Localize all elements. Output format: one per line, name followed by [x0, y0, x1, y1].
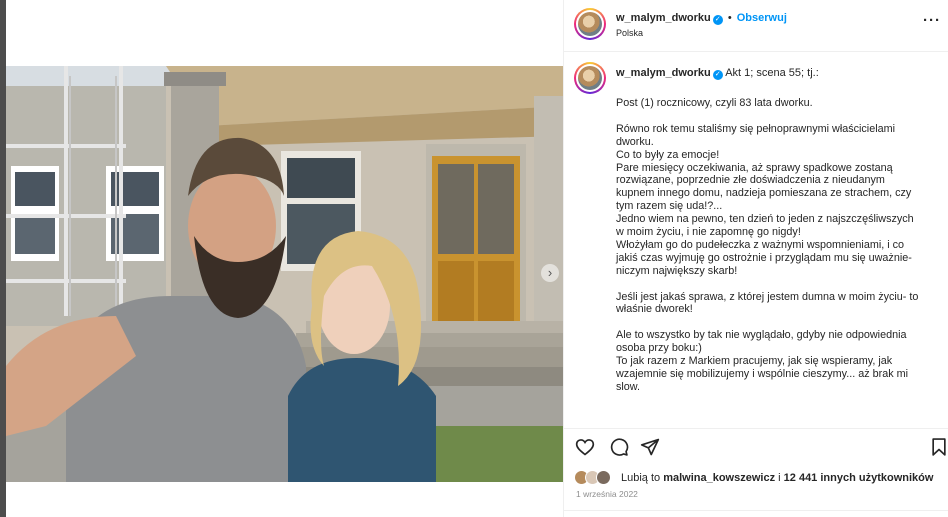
- comment-icon[interactable]: [609, 437, 629, 457]
- post-date[interactable]: 1 września 2022: [576, 489, 638, 499]
- heart-icon[interactable]: [575, 437, 595, 457]
- liker-username-link[interactable]: malwina_kowszewicz: [663, 472, 775, 484]
- likes-text: Lubią to malwina_kowszewicz i 12 441 inn…: [621, 472, 933, 484]
- likes-count-link[interactable]: 12 441 innych użytkowników: [784, 472, 934, 484]
- caption-line: Post (1) rocznicowy, czyli 83 lata dwork…: [616, 97, 813, 109]
- username-link[interactable]: w_malym_dworku: [616, 12, 711, 24]
- paper-plane-icon[interactable]: [640, 437, 660, 457]
- username-link[interactable]: w_malym_dworku: [616, 67, 711, 79]
- avatar[interactable]: [574, 62, 606, 94]
- caption-line: [616, 110, 942, 123]
- post-media: ›: [6, 0, 563, 517]
- caption-line: slow.: [616, 380, 641, 393]
- verified-badge-icon: ✓: [712, 15, 723, 25]
- carousel-next-button[interactable]: ›: [541, 264, 559, 282]
- caption-line: w moim życiu, i nie zapomnę go nigdy!: [616, 226, 801, 239]
- caption-line: dworku.: [616, 135, 654, 148]
- caption-line: [616, 278, 942, 291]
- bookmark-icon[interactable]: [929, 437, 948, 457]
- caption-line: osoba przy boku:): [616, 342, 702, 355]
- likes-middle: i: [775, 472, 784, 484]
- separator: •: [727, 12, 732, 24]
- caption-line: Jedno wiem na pewno, ten dzień to jeden …: [616, 213, 914, 226]
- divider: [564, 510, 948, 511]
- caption-line: kupnem innego domu, nadzieja pomieszana …: [616, 187, 912, 200]
- caption-line: Równo rok temu staliśmy się pełnoprawnym…: [616, 122, 896, 135]
- likes-summary: Lubią to malwina_kowszewicz i 12 441 inn…: [574, 470, 944, 488]
- follow-button[interactable]: Obserwuj: [737, 12, 787, 24]
- caption-line: jakiś czas wyjmuję go ostrożnie i przygl…: [616, 251, 912, 264]
- more-options-icon[interactable]: ···: [923, 12, 941, 29]
- post-header: w_malym_dworku ✓ • Obserwuj Polska ···: [564, 0, 948, 52]
- caption-line: [616, 316, 942, 329]
- caption-line: wzajemnie się mobilizujemy i wspólnie ci…: [616, 367, 909, 380]
- caption-line: To jak razem z Markiem pracujemy, jak si…: [616, 355, 893, 368]
- caption-line: Co to były za emocje!: [616, 148, 720, 161]
- post-sidebar: w_malym_dworku ✓ • Obserwuj Polska ··· w_…: [563, 0, 948, 517]
- post-photo[interactable]: [6, 66, 563, 482]
- caption-line: tym razem się uda!?...: [616, 200, 723, 213]
- caption-line: Ale to wszystko by tak nie wyglądało, gd…: [616, 329, 907, 342]
- photo-illustration: [6, 66, 563, 482]
- caption-line: rozwiązane, poprzednie złe doświadczenia…: [616, 174, 885, 187]
- liker-avatar: [596, 470, 611, 485]
- caption-line: niczym największy skarb!: [616, 264, 738, 277]
- caption-line: właśnie dworek!: [616, 303, 693, 316]
- caption-text: Post (1) rocznicowy, czyli 83 lata dwork…: [616, 97, 942, 394]
- caption-line: Jeśli jest jakaś sprawa, z której jestem…: [616, 290, 919, 303]
- likes-prefix: Lubią to: [621, 472, 664, 484]
- post-caption: w_malym_dworku ✓ Akt 1; scena 55; tj.: Po…: [564, 53, 948, 428]
- caption-line: Pare miesięcy oczekiwania, aż sprawy spa…: [616, 161, 893, 174]
- caption-header: w_malym_dworku ✓ Akt 1; scena 55; tj.:: [616, 67, 819, 80]
- post-author-line: w_malym_dworku ✓ • Obserwuj: [616, 12, 787, 25]
- location-link[interactable]: Polska: [616, 28, 643, 38]
- post-actions: [564, 428, 948, 464]
- caption-intro: Akt 1; scena 55; tj.:: [725, 67, 819, 79]
- verified-badge-icon: ✓: [712, 70, 723, 80]
- caption-line: Włożyłam go do pudełeczka z ważnymi wspo…: [616, 238, 905, 251]
- avatar[interactable]: [574, 8, 606, 40]
